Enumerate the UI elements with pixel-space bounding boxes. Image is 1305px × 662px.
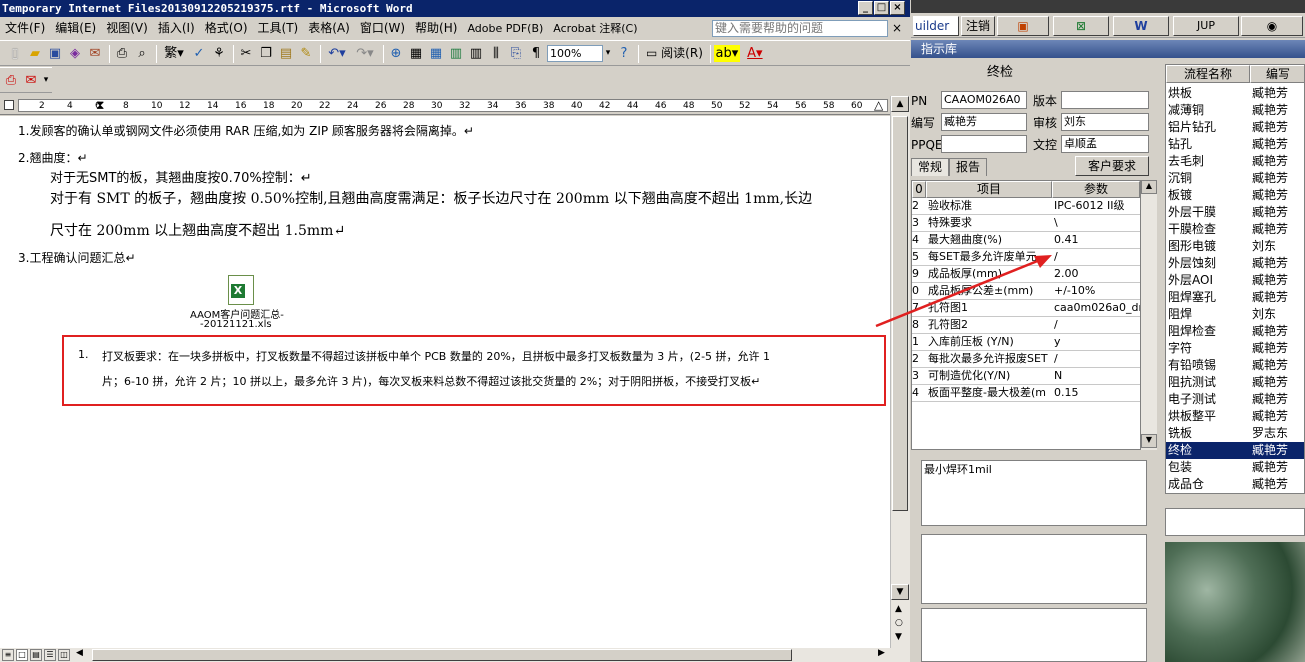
annotation-arrow: [875, 255, 1052, 328]
